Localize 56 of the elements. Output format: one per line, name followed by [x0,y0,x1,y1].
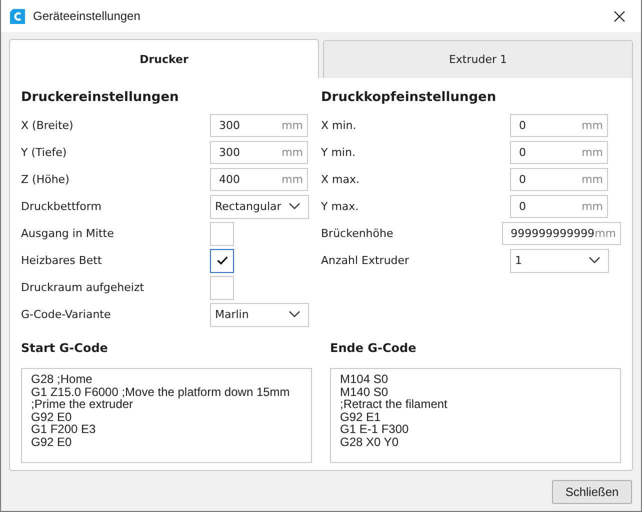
tab[interactable]: Extruder 1 [323,40,633,78]
dropdown[interactable]: Rectangular [210,194,309,218]
app-logo-icon [10,8,25,24]
close-dialog-button[interactable]: Schließen [552,480,632,504]
chevron-down-icon [589,257,600,264]
checkbox[interactable] [210,248,234,272]
field-label: Y min. [321,146,356,159]
section-heading: Ende G-Code [330,341,418,357]
code-line: G92 E0 [31,436,73,449]
close-icon [614,10,624,22]
number-field[interactable]: 0 mm [510,114,608,137]
number-field[interactable]: 0 mm [510,195,608,218]
number-field[interactable]: 0 mm [510,141,608,164]
code-line: G28 X0 Y0 [340,436,400,449]
checkbox[interactable] [210,276,234,300]
code-line: G1 E-1 F300 [340,423,410,436]
code-line: G92 E0 [31,410,73,424]
dropdown[interactable]: Marlin [210,302,309,326]
code-line: ;Retract the filament [340,398,448,411]
field-label: Druckraum aufgeheizt [21,281,146,294]
section-heading: Druckkopfeinstellungen [321,90,498,107]
chevron-down-icon [289,311,300,318]
code-line: M140 S0 [340,386,390,398]
chevron-down-icon [289,203,300,210]
field-label: X (Breite) [21,119,74,132]
number-field[interactable]: 300 mm [210,114,308,137]
code-editor[interactable]: G28 ;Home G1 Z15.0 F6000 ;Move the platform down 15mm ;Prime the extruder G92 E0 G1 F200 E3 G92 E0 [21,368,312,463]
window-title: Geräteeinstellungen [33,9,142,23]
field-label: Y (Tiefe) [21,146,68,159]
number-field[interactable]: 400 mm [210,168,308,191]
field-label: Druckbettform [21,200,102,213]
field-label: Z (Höhe) [21,173,70,186]
number-field[interactable]: 300 mm [210,141,308,164]
dropdown[interactable]: 1 [510,248,609,272]
checkmark-icon [216,256,228,265]
tab[interactable]: Drucker [9,39,319,78]
field-label: G-Code-Variante [21,308,112,321]
code-line: M104 S0 [340,373,390,386]
field-label: Anzahl Extruder [321,254,410,267]
code-line: G28 ;Home [31,373,94,386]
code-line: G1 Z15.0 F6000 ;Move the platform down 15mm [31,386,291,398]
code-line: G92 E1 [340,410,382,424]
number-field[interactable]: 999999999999mm [502,222,621,245]
field-label: Heizbares Bett [21,254,103,267]
code-editor[interactable]: M104 S0 M140 S0 ;Retract the filament G92 E1 G1 E-1 F300 G28 X0 Y0 [330,368,621,463]
field-label: X min. [321,119,358,132]
code-line: G1 F200 E3 [31,423,97,436]
field-label: Y max. [321,200,360,213]
checkbox[interactable] [210,222,234,246]
section-heading: Druckereinstellungen [21,90,180,107]
number-field[interactable]: 0 mm [510,168,608,191]
section-heading: Start G-Code [21,341,109,357]
field-label: Brückenhöhe [321,227,394,240]
field-label: X max. [321,173,360,186]
field-label: Ausgang in Mitte [21,227,115,240]
code-line: ;Prime the extruder [31,398,134,411]
